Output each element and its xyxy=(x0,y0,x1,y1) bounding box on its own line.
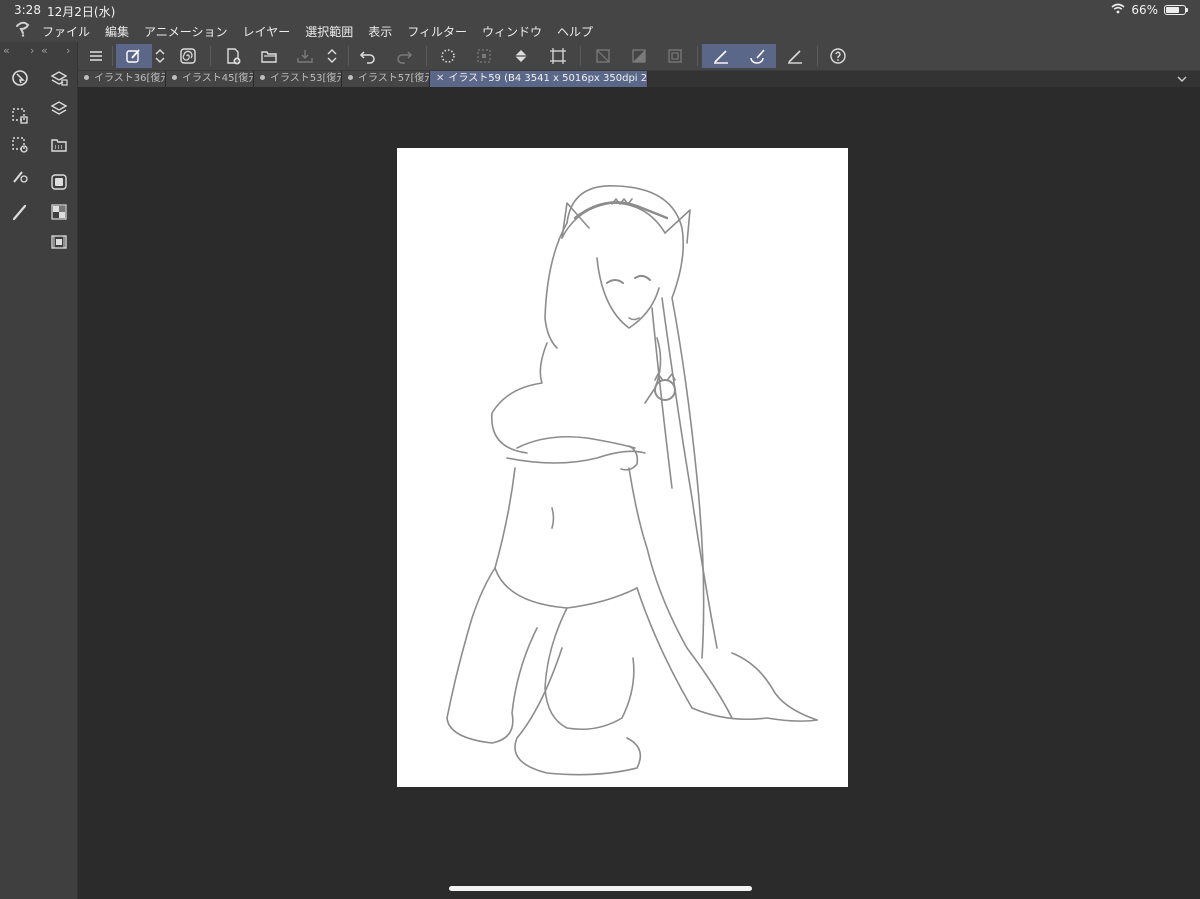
brush-snap-icon[interactable] xyxy=(739,46,776,66)
tab-illust59[interactable]: ✕イラスト59 (B4 3541 x 5016px 350dpi 29.1%) xyxy=(430,71,648,87)
menu-bar: ファイル 編集 アニメーション レイヤー 選択範囲 表示 フィルター ウィンドウ… xyxy=(0,20,1200,42)
color-set-icon[interactable] xyxy=(47,200,71,224)
stabilization-toggle-group xyxy=(702,44,776,68)
tab-illust53[interactable]: イラスト53[復元 xyxy=(254,71,342,87)
transform-icon[interactable] xyxy=(546,44,570,68)
tab-illust57[interactable]: イラスト57[復元 xyxy=(342,71,430,87)
menu-selection[interactable]: 選択範囲 xyxy=(305,23,353,40)
timeline-icon[interactable] xyxy=(47,230,71,254)
expand-selection-icon[interactable] xyxy=(663,44,687,68)
close-icon[interactable]: ✕ xyxy=(436,73,444,84)
menu-window[interactable]: ウィンドウ xyxy=(482,23,542,40)
pencil-square-icon xyxy=(126,49,140,63)
hide-outside-icon[interactable] xyxy=(591,44,615,68)
clear-selection-icon[interactable] xyxy=(436,44,460,68)
status-time: 3:28 xyxy=(14,3,41,17)
menu-filter[interactable]: フィルター xyxy=(407,23,467,40)
new-canvas-icon[interactable] xyxy=(221,44,245,68)
menu-animation[interactable]: アニメーション xyxy=(144,23,228,40)
chevron-right-icon[interactable]: › xyxy=(66,44,70,57)
fill-bucket-icon[interactable] xyxy=(509,44,533,68)
app-logo-icon[interactable] xyxy=(14,21,42,41)
ruler-snap-icon[interactable] xyxy=(702,46,739,66)
home-indicator[interactable] xyxy=(449,886,752,891)
layer-properties-icon[interactable] xyxy=(47,66,71,90)
status-bar: 3:28 12月2日(水) 66% xyxy=(0,0,1200,20)
chevron-up-down-icon[interactable] xyxy=(152,44,168,68)
tool-pen-icon[interactable] xyxy=(8,200,32,224)
tool-operation-icon[interactable] xyxy=(8,66,32,90)
tab-illust36[interactable]: イラスト36[復元 xyxy=(78,71,166,87)
crop-icon[interactable] xyxy=(472,44,496,68)
navigator-icon[interactable] xyxy=(47,170,71,194)
redo-icon[interactable] xyxy=(392,44,416,68)
open-folder-icon[interactable] xyxy=(257,44,281,68)
battery-percent: 66% xyxy=(1131,3,1158,17)
chevron-down-icon[interactable] xyxy=(1176,71,1190,87)
tool-auto-select-icon[interactable] xyxy=(8,133,32,157)
tool-eyedropper-icon[interactable] xyxy=(8,164,32,188)
menu-help[interactable]: ヘルプ xyxy=(557,23,593,40)
status-date: 12月2日(水) xyxy=(47,5,116,19)
material-icon[interactable] xyxy=(47,133,71,157)
layers-icon[interactable] xyxy=(47,96,71,120)
hamburger-menu-icon[interactable] xyxy=(84,44,108,68)
command-bar xyxy=(78,42,1200,71)
undo-icon[interactable] xyxy=(356,44,380,68)
help-icon[interactable] xyxy=(826,44,850,68)
chevron-up-down-icon[interactable] xyxy=(324,44,340,68)
menu-file[interactable]: ファイル xyxy=(42,23,90,40)
menu-view[interactable]: 表示 xyxy=(368,23,392,40)
perspective-ruler-icon[interactable] xyxy=(783,44,807,68)
spiral-icon[interactable] xyxy=(176,44,200,68)
status-right: 66% xyxy=(1111,3,1188,17)
menu-layer[interactable]: レイヤー xyxy=(243,23,291,40)
wifi-icon xyxy=(1111,3,1125,17)
chevron-right-icon[interactable]: › xyxy=(30,44,34,57)
document-tab-bar: イラスト36[復元 イラスト45[復元 イラスト53[復元 イラスト57[復元 … xyxy=(78,71,1200,87)
left-tool-panel: « › « › xyxy=(0,42,78,899)
save-icon[interactable] xyxy=(293,44,317,68)
chevron-double-left-icon[interactable]: « xyxy=(41,44,48,57)
drawing-canvas[interactable] xyxy=(397,148,848,787)
invert-selection-icon[interactable] xyxy=(627,44,651,68)
menu-edit[interactable]: 編集 xyxy=(105,23,129,40)
panel-collapse-row: « › « › xyxy=(0,44,78,58)
tab-illust45[interactable]: イラスト45[復元 xyxy=(166,71,254,87)
chevron-double-left-icon[interactable]: « xyxy=(3,44,10,57)
sketch-drawing xyxy=(446,185,818,776)
battery-icon xyxy=(1164,5,1188,15)
edit-mode-button[interactable] xyxy=(116,44,152,68)
tool-selection-icon[interactable] xyxy=(8,104,32,128)
